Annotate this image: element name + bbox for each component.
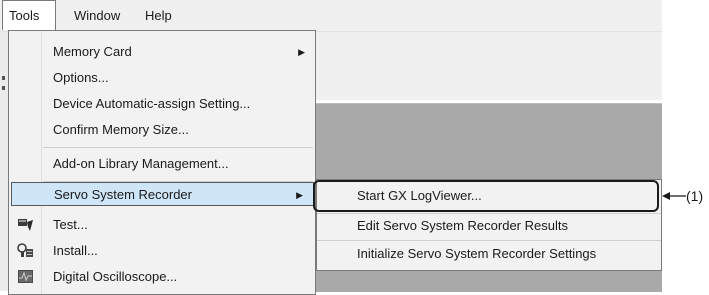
menu-item-install[interactable]: Install...: [9, 239, 315, 263]
menu-window[interactable]: Window: [74, 0, 120, 31]
menu-item-test[interactable]: Test...: [9, 213, 315, 237]
submenu-arrow-icon: ▶: [296, 190, 303, 200]
menu-item-label: Test...: [53, 217, 88, 232]
menu-item-label: Digital Oscilloscope...: [53, 269, 178, 284]
menu-item-addon-library[interactable]: Add-on Library Management...: [9, 152, 315, 176]
servo-system-recorder-submenu: Start GX LogViewer... Edit Servo System …: [316, 179, 662, 271]
menu-item-label: Servo System Recorder: [54, 187, 192, 202]
toolbar-grip: [2, 76, 5, 80]
submenu-item-initialize-settings[interactable]: Initialize Servo System Recorder Setting…: [317, 241, 661, 267]
menubar: Tools Window Help: [0, 0, 662, 32]
submenu-item-start-gx-logviewer[interactable]: Start GX LogViewer...: [317, 184, 661, 208]
menu-item-label: Device Automatic-assign Setting...: [53, 96, 251, 111]
submenu-arrow-icon: ▶: [298, 47, 305, 57]
menu-item-options[interactable]: Options...: [9, 66, 315, 90]
menu-item-servo-system-recorder[interactable]: Servo System Recorder ▶: [11, 182, 314, 206]
callout-arrow-icon: [662, 192, 686, 200]
menu-separator: [43, 147, 313, 148]
window-left-edge: [0, 32, 8, 291]
menu-item-label: Confirm Memory Size...: [53, 122, 189, 137]
oscilloscope-icon: [18, 270, 33, 283]
menu-item-memory-card[interactable]: Memory Card ▶: [9, 40, 315, 64]
submenu-item-label: Edit Servo System Recorder Results: [357, 218, 568, 233]
menu-item-digital-oscilloscope[interactable]: Digital Oscilloscope...: [9, 265, 315, 289]
menu-item-confirm-memory-size[interactable]: Confirm Memory Size...: [9, 118, 315, 142]
menu-item-label: Add-on Library Management...: [53, 156, 229, 171]
menu-item-label: Memory Card: [53, 44, 132, 59]
submenu-item-label: Start GX LogViewer...: [357, 188, 482, 203]
install-icon: [17, 243, 33, 257]
toolbar-grip: [2, 86, 5, 90]
callout-label: (1): [686, 188, 704, 204]
menu-item-label: Options...: [53, 70, 109, 85]
submenu-item-label: Initialize Servo System Recorder Setting…: [357, 246, 597, 261]
menu-item-label: Install...: [53, 243, 98, 258]
submenu-item-edit-results[interactable]: Edit Servo System Recorder Results: [317, 213, 661, 239]
menu-help[interactable]: Help: [145, 0, 172, 31]
test-icon: [18, 219, 33, 231]
menu-item-device-automatic-assign[interactable]: Device Automatic-assign Setting...: [9, 92, 315, 116]
menu-tools[interactable]: Tools: [2, 0, 56, 30]
tools-menu: Memory Card ▶ Options... Device Automati…: [8, 30, 316, 295]
